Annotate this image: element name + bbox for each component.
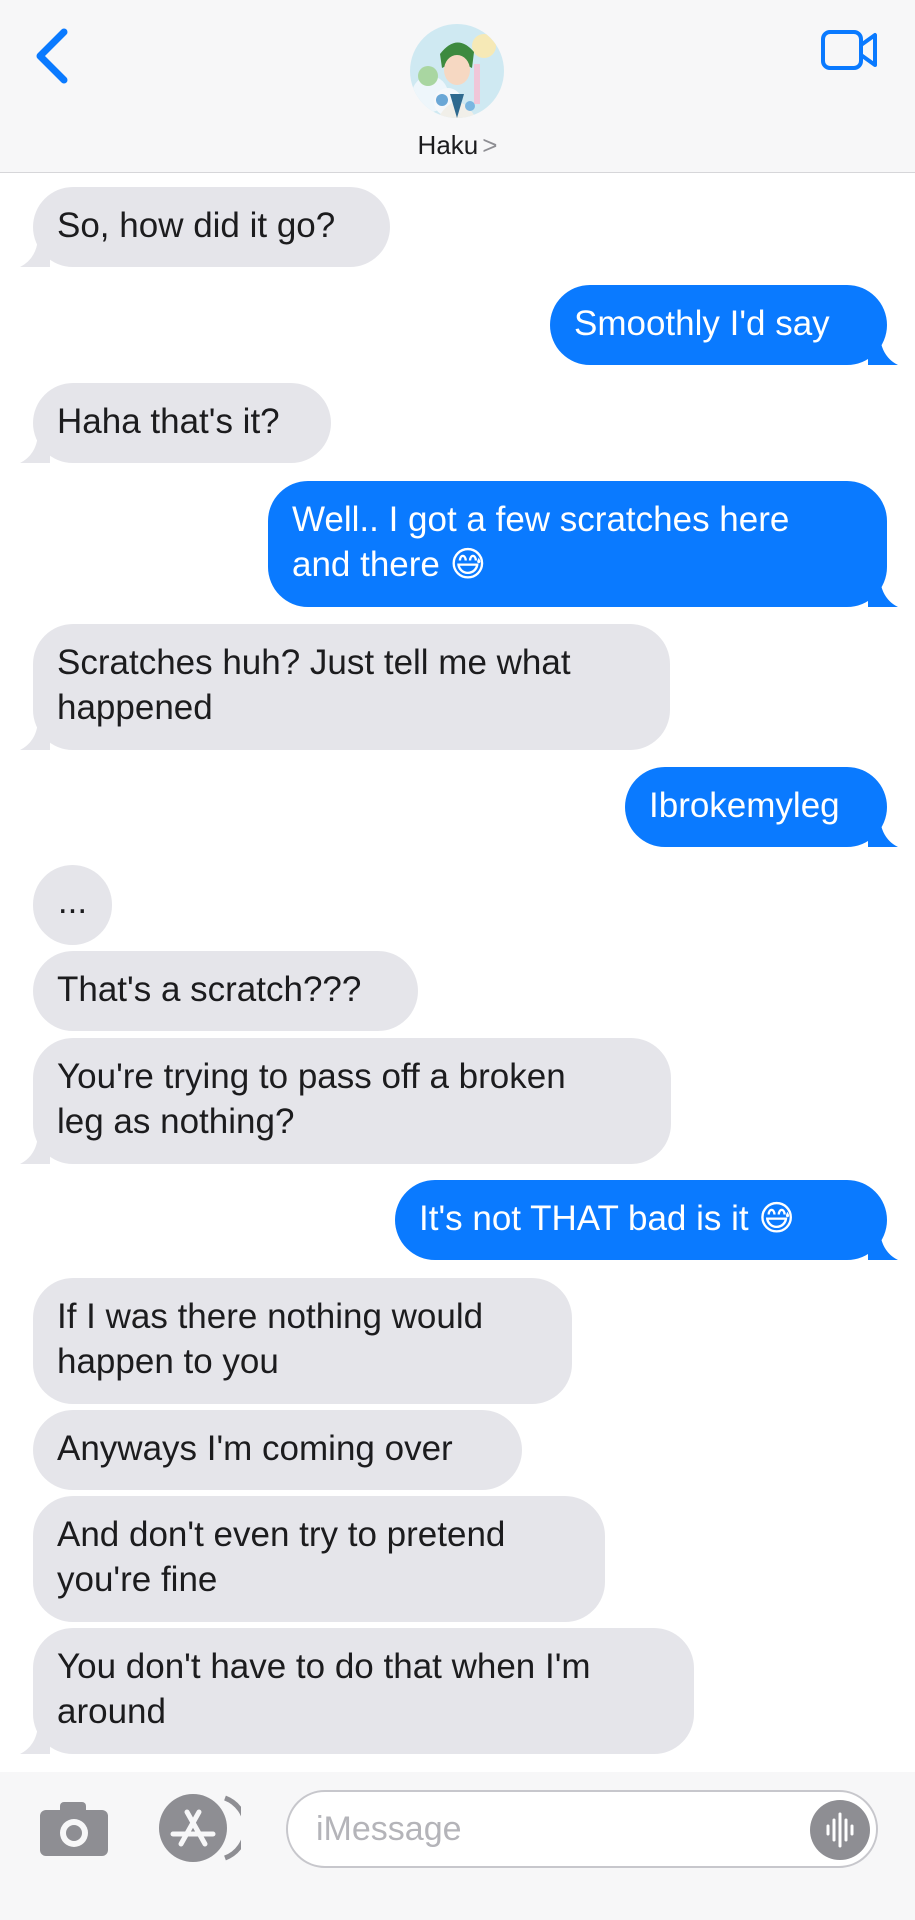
contact-avatar[interactable] (410, 24, 504, 118)
app-store-icon (159, 1794, 249, 1862)
sent-message[interactable]: Ibrokemyleg (625, 767, 887, 847)
sent-message[interactable]: It's not THAT bad is it 😅 (395, 1180, 887, 1260)
camera-icon (40, 1802, 108, 1856)
bubble-tail (20, 722, 50, 750)
message-composer (0, 1772, 915, 1920)
audio-message-button[interactable] (810, 1800, 870, 1860)
bubble-tail (20, 239, 50, 267)
bubble-tail (868, 337, 898, 365)
camera-button[interactable] (38, 1798, 110, 1858)
app-store-button[interactable] (155, 1792, 249, 1864)
received-message[interactable]: Haha that's it? (33, 383, 331, 463)
facetime-video-button[interactable] (820, 28, 880, 72)
conversation-header: Haku > (0, 0, 915, 173)
bubble-tail (868, 1232, 898, 1260)
received-message[interactable]: So, how did it go? (33, 187, 390, 267)
received-message[interactable]: That's a scratch??? (33, 951, 418, 1031)
received-message[interactable]: And don't even try to pretend you're fin… (33, 1496, 605, 1622)
received-message[interactable]: You don't have to do that when I'm aroun… (33, 1628, 694, 1754)
received-message[interactable]: If I was there nothing would happen to y… (33, 1278, 572, 1404)
sent-message[interactable]: Well.. I got a few scratches here and th… (268, 481, 887, 607)
received-message[interactable]: Scratches huh? Just tell me what happene… (33, 624, 670, 750)
bubble-tail (20, 1726, 50, 1754)
message-thread[interactable]: So, how did it go? Smoothly I'd say Haha… (0, 172, 915, 1772)
received-message[interactable]: Anyways I'm coming over (33, 1410, 522, 1490)
audio-waveform-icon (826, 1812, 854, 1848)
bubble-tail (868, 579, 898, 607)
contact-name: Haku (417, 130, 479, 160)
bubble-tail (868, 819, 898, 847)
chevron-left-icon (36, 28, 68, 84)
sent-message[interactable]: Smoothly I'd say (550, 285, 887, 365)
imessage-input[interactable] (286, 1790, 878, 1868)
contact-name-button[interactable]: Haku > (380, 130, 535, 161)
bubble-tail (20, 1136, 50, 1164)
back-button[interactable] (30, 26, 74, 86)
received-message[interactable]: ... (33, 865, 112, 945)
video-camera-icon (821, 30, 877, 70)
received-message[interactable]: You're trying to pass off a broken leg a… (33, 1038, 671, 1164)
chevron-right-icon: > (482, 130, 498, 160)
bubble-tail (20, 435, 50, 463)
